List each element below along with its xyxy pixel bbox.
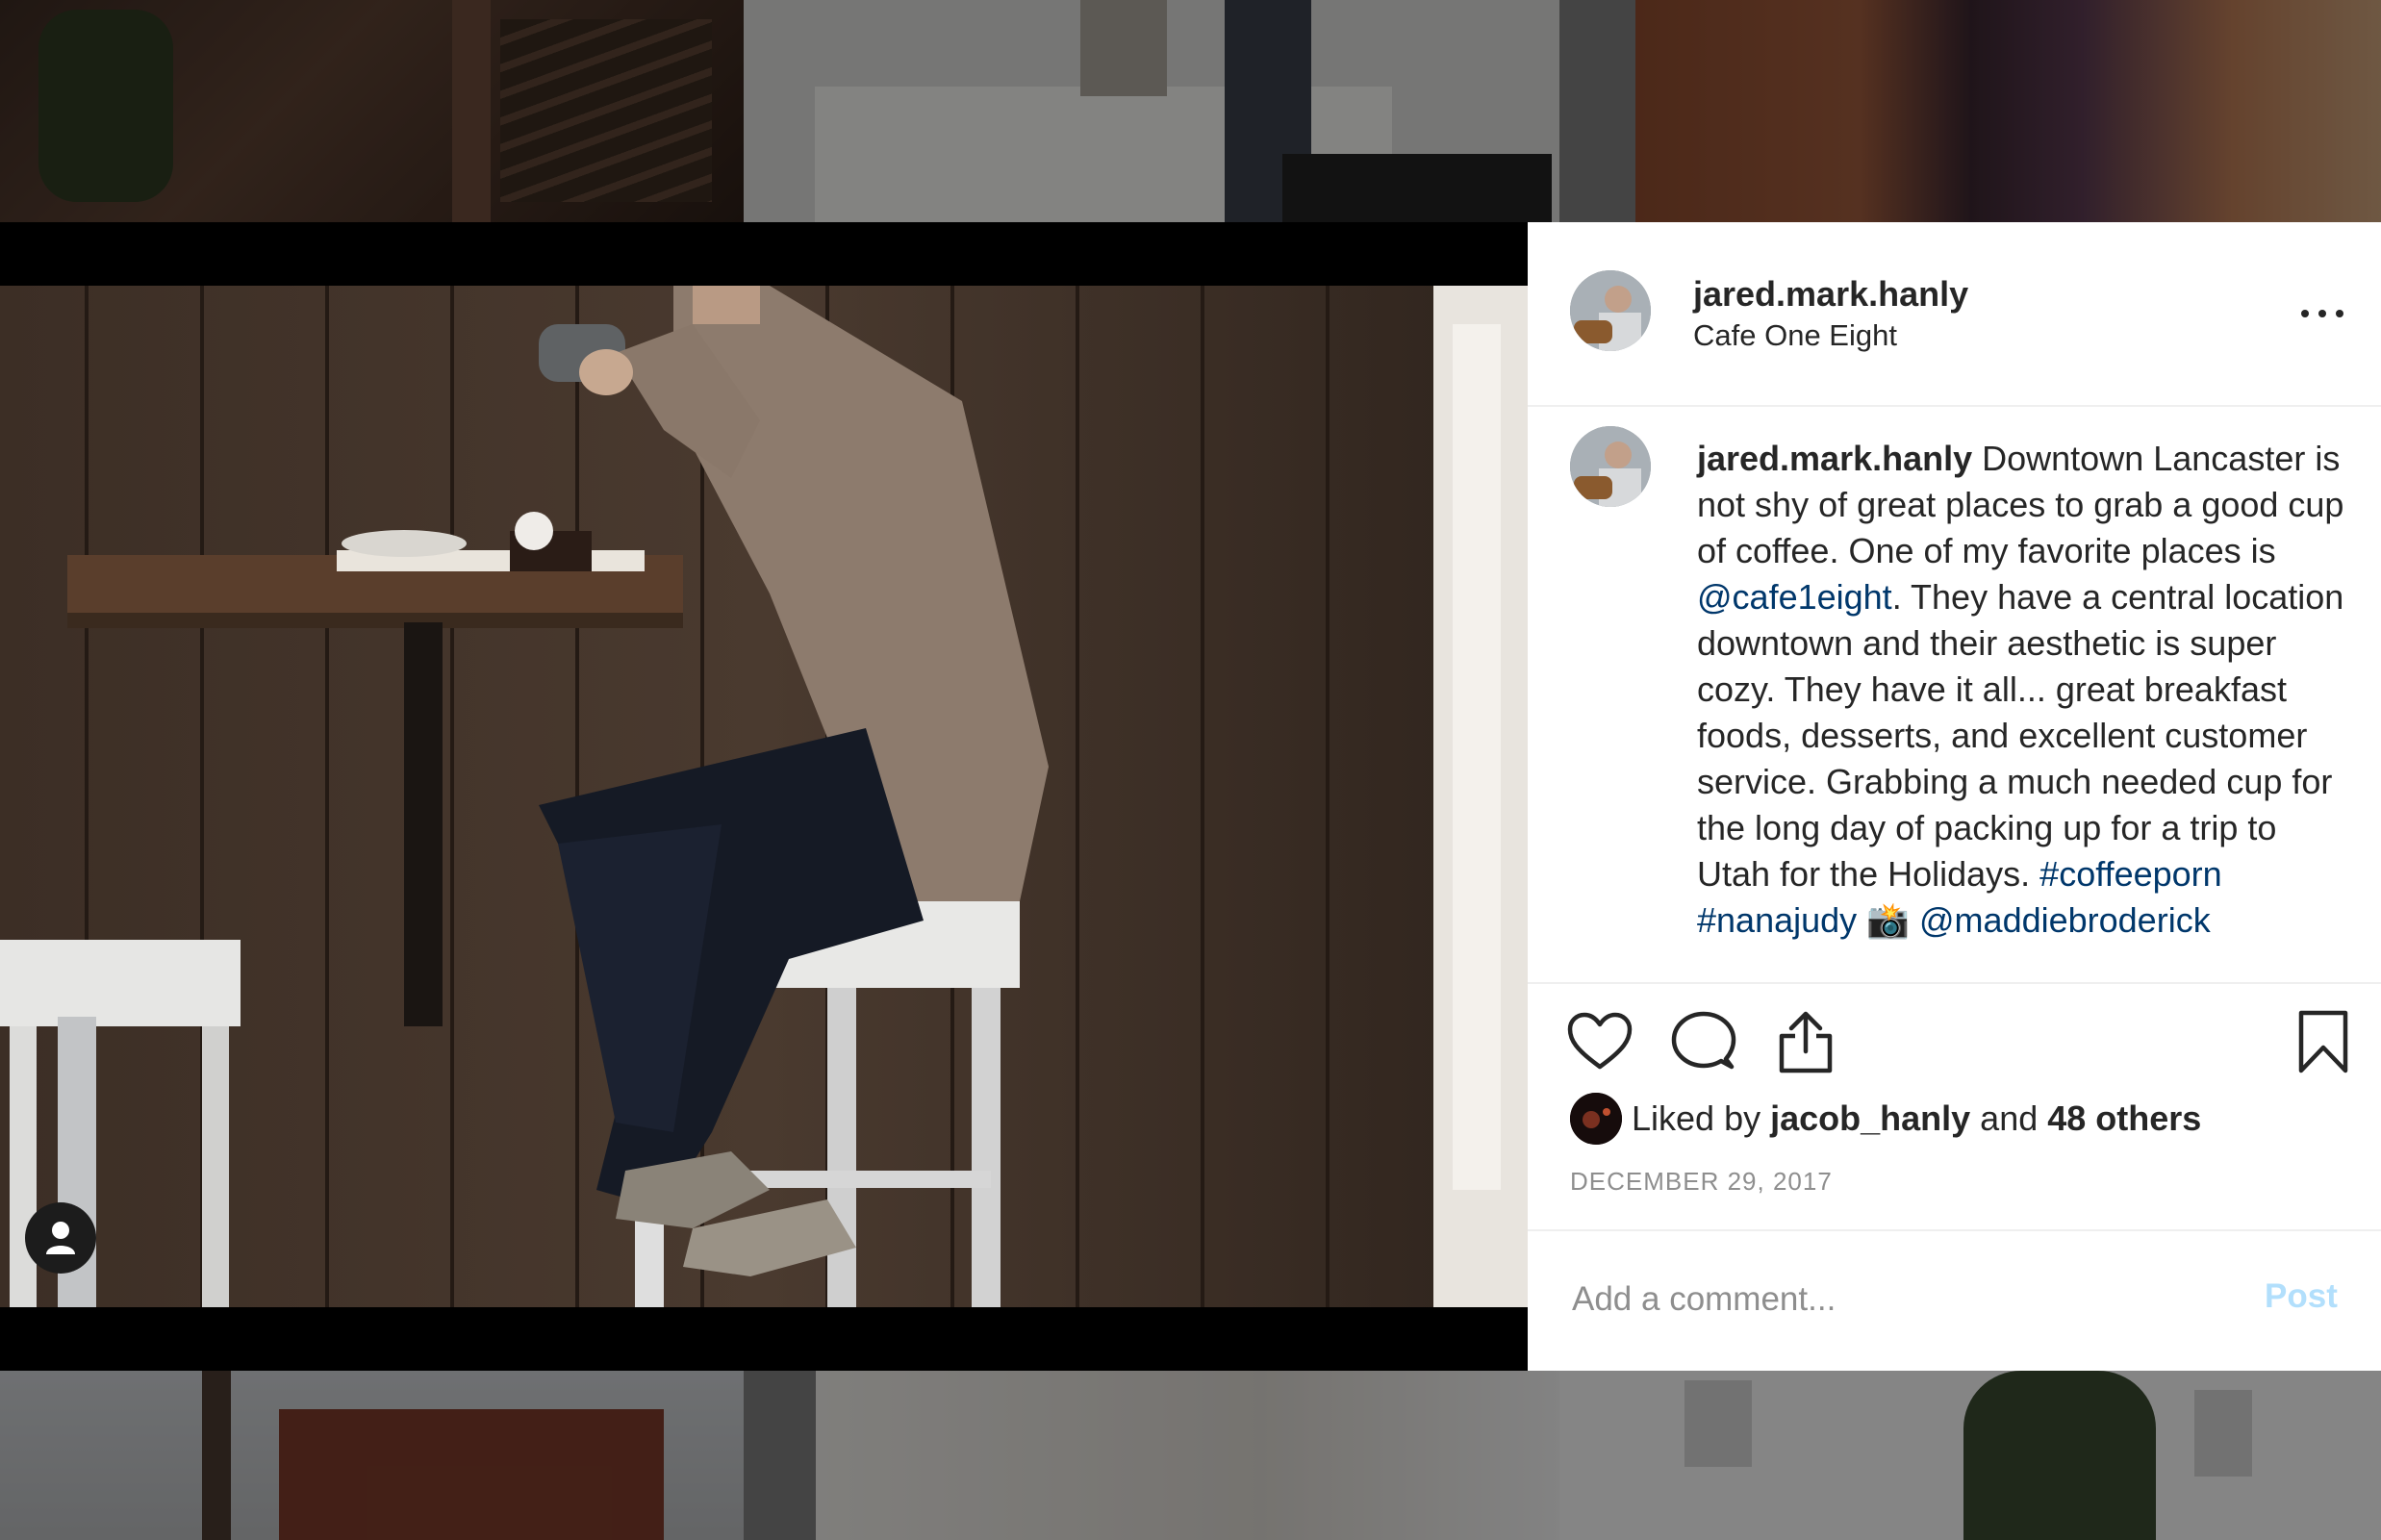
comment-bar: Post bbox=[1528, 1229, 2381, 1373]
post-media bbox=[0, 222, 1528, 1371]
likes-text: Liked by jacob_hanly and 48 others bbox=[1632, 1098, 2201, 1139]
avatar-image bbox=[1570, 270, 1651, 351]
user-tag-button[interactable] bbox=[25, 1202, 96, 1274]
caption-body: . They have a central location downtown … bbox=[1697, 577, 2344, 894]
avatar-image bbox=[1570, 1093, 1622, 1145]
caption-text: jared.mark.hanly Downtown Lancaster is n… bbox=[1697, 436, 2351, 944]
user-tag-icon bbox=[46, 1222, 75, 1254]
camera-emoji: 📸 bbox=[1866, 900, 1910, 940]
hashtag-link[interactable]: #nanajudy bbox=[1697, 900, 1857, 940]
heart-icon[interactable] bbox=[1566, 1009, 1634, 1076]
post-header: jared.mark.hanly Cafe One Eight bbox=[1528, 222, 2381, 407]
post-comment-button[interactable]: Post bbox=[2265, 1277, 2338, 1316]
caption-avatar[interactable] bbox=[1570, 426, 1651, 507]
liker-avatar[interactable] bbox=[1570, 1093, 1622, 1145]
mention-link[interactable]: @cafe1eight bbox=[1697, 577, 1892, 617]
post-photo-image bbox=[0, 286, 1528, 1307]
post-details-panel: jared.mark.hanly Cafe One Eight jared.ma… bbox=[1528, 222, 2381, 1371]
hashtag-link[interactable]: #coffeeporn bbox=[2039, 854, 2222, 894]
post-date[interactable]: DECEMBER 29, 2017 bbox=[1570, 1167, 1833, 1197]
likes-middle: and bbox=[1970, 1098, 2048, 1138]
caption-username[interactable]: jared.mark.hanly bbox=[1697, 439, 1972, 478]
likes-summary: Liked by jacob_hanly and 48 others bbox=[1570, 1093, 2201, 1145]
comment-bubble-icon[interactable] bbox=[1670, 1009, 1737, 1076]
more-options-icon[interactable] bbox=[2301, 299, 2343, 328]
author-avatar[interactable] bbox=[1570, 270, 1651, 351]
share-icon[interactable] bbox=[1772, 1009, 1839, 1076]
likes-prefix: Liked by bbox=[1632, 1098, 1771, 1138]
bookmark-icon[interactable] bbox=[2290, 1009, 2357, 1076]
mention-link[interactable]: @maddiebroderick bbox=[1919, 900, 2211, 940]
post-photo[interactable] bbox=[0, 286, 1528, 1307]
post-modal: jared.mark.hanly Cafe One Eight jared.ma… bbox=[0, 222, 2381, 1371]
comment-input[interactable] bbox=[1570, 1270, 2199, 1329]
header-location[interactable]: Cafe One Eight bbox=[1693, 318, 1897, 353]
likes-others-link[interactable]: 48 others bbox=[2047, 1098, 2201, 1138]
post-actions: Liked by jacob_hanly and 48 others DECEM… bbox=[1528, 982, 2381, 1232]
avatar-image bbox=[1570, 426, 1651, 507]
header-username[interactable]: jared.mark.hanly bbox=[1693, 274, 1968, 315]
liker-username[interactable]: jacob_hanly bbox=[1770, 1098, 1970, 1138]
